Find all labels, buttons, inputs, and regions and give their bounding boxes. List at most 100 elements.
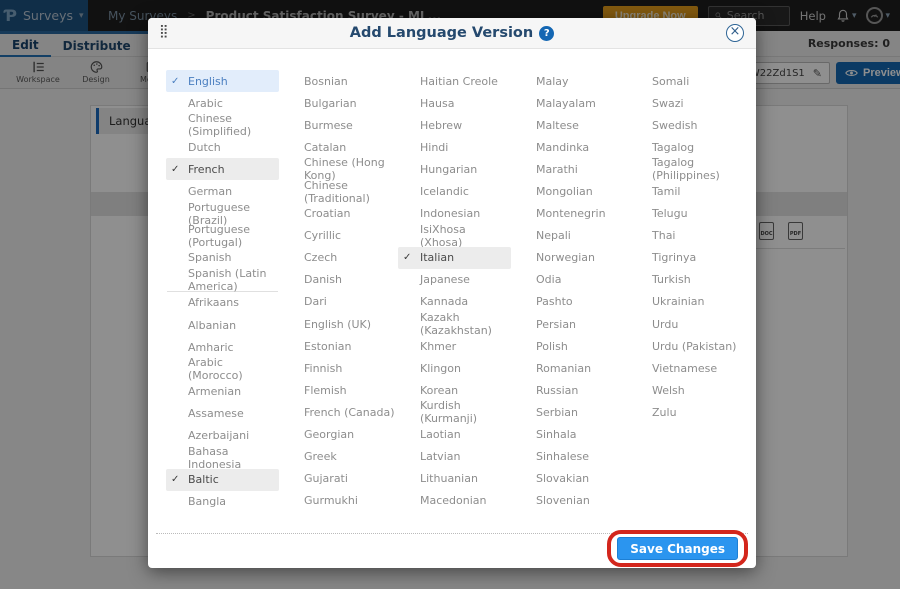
language-option[interactable]: Hausa — [398, 92, 511, 114]
language-option[interactable]: Arabic (Morocco) — [166, 358, 279, 380]
language-option[interactable]: Malay — [514, 70, 627, 92]
language-option[interactable]: English (UK) — [282, 313, 395, 335]
language-option[interactable]: Portuguese (Portugal) — [166, 225, 279, 247]
language-option[interactable]: Telugu — [630, 203, 743, 225]
language-option[interactable]: Somali — [630, 70, 743, 92]
language-option[interactable]: Khmer — [398, 335, 511, 357]
language-option[interactable]: Finnish — [282, 357, 395, 379]
drag-handle-icon[interactable]: ⣿ — [159, 24, 169, 39]
language-option[interactable]: Indonesian — [398, 203, 511, 225]
language-option[interactable]: ✓Baltic — [166, 469, 279, 491]
language-option[interactable]: Burmese — [282, 114, 395, 136]
language-option[interactable]: Gurmukhi — [282, 490, 395, 512]
language-option[interactable]: Icelandic — [398, 180, 511, 202]
language-option[interactable]: Spanish — [166, 247, 279, 269]
language-option[interactable]: Urdu — [630, 313, 743, 335]
language-option[interactable]: Albanian — [166, 314, 279, 336]
language-option[interactable]: Estonian — [282, 335, 395, 357]
language-option[interactable]: Polish — [514, 335, 627, 357]
language-option[interactable]: Thai — [630, 225, 743, 247]
language-option[interactable]: Portuguese (Brazil) — [166, 203, 279, 225]
language-option[interactable]: Persian — [514, 313, 627, 335]
language-option[interactable]: Catalan — [282, 136, 395, 158]
language-option[interactable]: Spanish (Latin America) — [166, 269, 279, 291]
language-option[interactable]: Vietnamese — [630, 357, 743, 379]
language-option[interactable]: Klingon — [398, 357, 511, 379]
language-option[interactable]: Georgian — [282, 424, 395, 446]
language-option[interactable]: Bosnian — [282, 70, 395, 92]
language-option[interactable]: Mandinka — [514, 136, 627, 158]
language-option[interactable]: Amharic — [166, 336, 279, 358]
language-option[interactable]: Macedonian — [398, 490, 511, 512]
language-option[interactable]: Hungarian — [398, 158, 511, 180]
language-option[interactable]: Welsh — [630, 379, 743, 401]
language-option[interactable]: Greek — [282, 446, 395, 468]
language-option[interactable]: Dutch — [166, 136, 279, 158]
language-option[interactable]: Czech — [282, 247, 395, 269]
language-option[interactable]: Swedish — [630, 114, 743, 136]
language-option[interactable]: Laotian — [398, 424, 511, 446]
language-option[interactable]: Odia — [514, 269, 627, 291]
language-option[interactable]: Turkish — [630, 269, 743, 291]
language-option[interactable]: Maltese — [514, 114, 627, 136]
language-option[interactable]: Armenian — [166, 380, 279, 402]
language-option[interactable]: Kurdish (Kurmanji) — [398, 401, 511, 423]
language-option[interactable]: Bahasa Indonesia — [166, 447, 279, 469]
language-option[interactable]: Chinese (Simplified) — [166, 114, 279, 136]
language-option[interactable]: French (Canada) — [282, 401, 395, 423]
language-option[interactable]: ✓Italian — [398, 247, 511, 269]
language-option[interactable]: Arabic — [166, 92, 279, 114]
language-option[interactable]: Malayalam — [514, 92, 627, 114]
language-option[interactable]: Sinhalese — [514, 446, 627, 468]
language-option[interactable]: ✓French — [166, 158, 279, 180]
language-option[interactable]: Kazakh (Kazakhstan) — [398, 313, 511, 335]
language-option[interactable]: Bangla — [166, 491, 279, 513]
language-option[interactable]: Chinese (Hong Kong) — [282, 158, 395, 180]
language-option[interactable]: Slovakian — [514, 468, 627, 490]
language-option[interactable]: Flemish — [282, 379, 395, 401]
language-option[interactable]: Chinese (Traditional) — [282, 180, 395, 202]
close-icon[interactable]: × — [726, 24, 744, 42]
language-option[interactable]: Dari — [282, 291, 395, 313]
language-option[interactable]: Pashto — [514, 291, 627, 313]
language-option[interactable]: Gujarati — [282, 468, 395, 490]
language-option[interactable]: Sinhala — [514, 424, 627, 446]
language-option[interactable]: Romanian — [514, 357, 627, 379]
language-option[interactable]: Haitian Creole — [398, 70, 511, 92]
language-option[interactable]: Korean — [398, 379, 511, 401]
language-option[interactable]: Kannada — [398, 291, 511, 313]
language-option[interactable]: Ukrainian — [630, 291, 743, 313]
language-option[interactable]: Urdu (Pakistan) — [630, 335, 743, 357]
language-option[interactable]: Marathi — [514, 158, 627, 180]
language-option[interactable]: Bulgarian — [282, 92, 395, 114]
language-option[interactable]: Hindi — [398, 136, 511, 158]
language-option[interactable]: Zulu — [630, 401, 743, 423]
save-changes-button[interactable]: Save Changes — [617, 537, 738, 560]
language-option[interactable]: Cyrillic — [282, 225, 395, 247]
language-option[interactable]: Tagalog (Philippines) — [630, 158, 743, 180]
language-option[interactable]: Lithuanian — [398, 468, 511, 490]
language-option[interactable]: Montenegrin — [514, 203, 627, 225]
language-option[interactable]: Azerbaijani — [166, 425, 279, 447]
language-option[interactable]: Norwegian — [514, 247, 627, 269]
language-option[interactable]: Tigrinya — [630, 247, 743, 269]
language-option[interactable]: Latvian — [398, 446, 511, 468]
language-option[interactable]: Tamil — [630, 180, 743, 202]
language-option[interactable]: IsiXhosa (Xhosa) — [398, 225, 511, 247]
language-option[interactable]: Afrikaans — [166, 292, 279, 314]
language-option[interactable]: Hebrew — [398, 114, 511, 136]
language-option[interactable]: ✓English — [166, 70, 279, 92]
language-option[interactable]: Japanese — [398, 269, 511, 291]
help-icon[interactable]: ? — [539, 26, 554, 41]
language-option[interactable]: Nepali — [514, 225, 627, 247]
language-option[interactable]: Swazi — [630, 92, 743, 114]
language-option[interactable]: Serbian — [514, 401, 627, 423]
language-option[interactable]: Danish — [282, 269, 395, 291]
language-option[interactable]: Assamese — [166, 402, 279, 424]
language-option[interactable]: Mongolian — [514, 180, 627, 202]
language-option[interactable]: Slovenian — [514, 490, 627, 512]
language-option[interactable]: German — [166, 180, 279, 202]
language-option[interactable]: Croatian — [282, 203, 395, 225]
language-option[interactable]: Russian — [514, 379, 627, 401]
language-option[interactable]: Tagalog — [630, 136, 743, 158]
